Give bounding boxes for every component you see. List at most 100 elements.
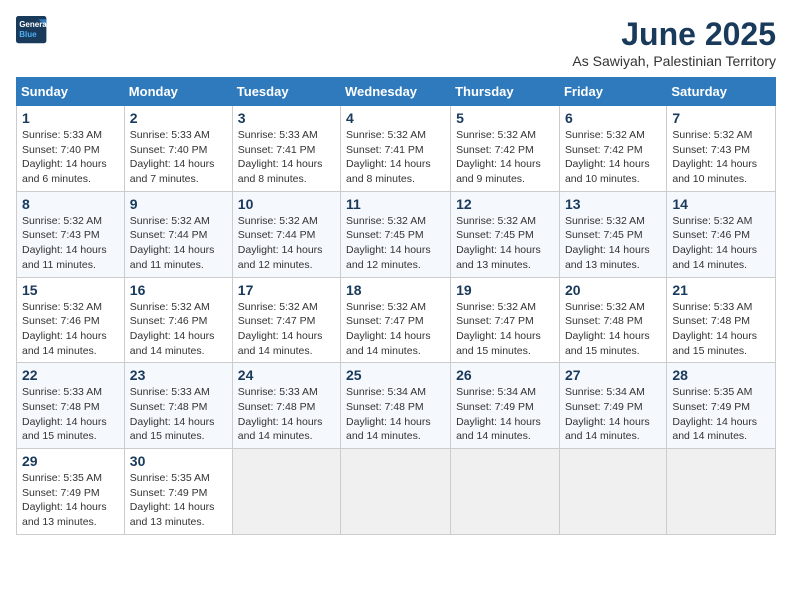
calendar-cell: 23Sunrise: 5:33 AMSunset: 7:48 PMDayligh… [124, 363, 232, 449]
day-number: 23 [130, 367, 227, 383]
day-info: Sunrise: 5:32 AMSunset: 7:47 PMDaylight:… [346, 300, 445, 359]
day-number: 6 [565, 110, 661, 126]
calendar-cell: 14 Sunrise: 5:32 AMSunset: 7:46 PMDayligh… [667, 191, 776, 277]
calendar-cell: 6 Sunrise: 5:32 AMSunset: 7:42 PMDaylight… [559, 106, 666, 192]
calendar-cell: 15 Sunrise: 5:32 AMSunset: 7:46 PMDayligh… [17, 277, 125, 363]
weekday-header-tuesday: Tuesday [232, 78, 340, 106]
calendar-cell: 9Sunrise: 5:32 AMSunset: 7:44 PMDaylight… [124, 191, 232, 277]
month-title: June 2025 [572, 16, 776, 53]
day-info: Sunrise: 5:32 AMSunset: 7:46 PMDaylight:… [22, 300, 119, 359]
calendar-cell: 19Sunrise: 5:32 AMSunset: 7:47 PMDayligh… [451, 277, 560, 363]
weekday-header-wednesday: Wednesday [341, 78, 451, 106]
day-number: 16 [130, 282, 227, 298]
weekday-header-sunday: Sunday [17, 78, 125, 106]
week-row-2: 8Sunrise: 5:32 AMSunset: 7:43 PMDaylight… [17, 191, 776, 277]
calendar-cell: 4 Sunrise: 5:32 AMSunset: 7:41 PMDaylight… [341, 106, 451, 192]
day-info: Sunrise: 5:33 AMSunset: 7:41 PMDaylight:… [238, 128, 335, 187]
day-number: 14 [672, 196, 770, 212]
day-number: 26 [456, 367, 554, 383]
day-info: Sunrise: 5:33 AMSunset: 7:48 PMDaylight:… [672, 300, 770, 359]
weekday-header-friday: Friday [559, 78, 666, 106]
week-row-3: 15 Sunrise: 5:32 AMSunset: 7:46 PMDayligh… [17, 277, 776, 363]
day-number: 7 [672, 110, 770, 126]
calendar-cell: 1 Sunrise: 5:33 AMSunset: 7:40 PMDaylight… [17, 106, 125, 192]
weekday-header-row: SundayMondayTuesdayWednesdayThursdayFrid… [17, 78, 776, 106]
day-number: 1 [22, 110, 119, 126]
day-info: Sunrise: 5:33 AMSunset: 7:48 PMDaylight:… [238, 385, 335, 444]
day-info: Sunrise: 5:35 AMSunset: 7:49 PMDaylight:… [672, 385, 770, 444]
day-info: Sunrise: 5:34 AMSunset: 7:49 PMDaylight:… [456, 385, 554, 444]
day-info: Sunrise: 5:32 AMSunset: 7:46 PMDaylight:… [672, 214, 770, 273]
day-info: Sunrise: 5:32 AMSunset: 7:45 PMDaylight:… [565, 214, 661, 273]
calendar-cell [559, 449, 666, 535]
day-info: Sunrise: 5:35 AMSunset: 7:49 PMDaylight:… [22, 471, 119, 530]
calendar-cell: 12 Sunrise: 5:32 AMSunset: 7:45 PMDayligh… [451, 191, 560, 277]
calendar-cell: 21 Sunrise: 5:33 AMSunset: 7:48 PMDayligh… [667, 277, 776, 363]
calendar-cell: 27Sunrise: 5:34 AMSunset: 7:49 PMDayligh… [559, 363, 666, 449]
calendar-cell: 25 Sunrise: 5:34 AMSunset: 7:48 PMDayligh… [341, 363, 451, 449]
day-info: Sunrise: 5:33 AMSunset: 7:40 PMDaylight:… [22, 128, 119, 187]
day-number: 2 [130, 110, 227, 126]
day-number: 20 [565, 282, 661, 298]
day-number: 28 [672, 367, 770, 383]
day-info: Sunrise: 5:32 AMSunset: 7:46 PMDaylight:… [130, 300, 227, 359]
day-number: 11 [346, 196, 445, 212]
calendar-cell [451, 449, 560, 535]
calendar-table: SundayMondayTuesdayWednesdayThursdayFrid… [16, 77, 776, 535]
calendar-cell: 3 Sunrise: 5:33 AMSunset: 7:41 PMDaylight… [232, 106, 340, 192]
calendar-cell: 20 Sunrise: 5:32 AMSunset: 7:48 PMDayligh… [559, 277, 666, 363]
calendar-cell: 2 Sunrise: 5:33 AMSunset: 7:40 PMDaylight… [124, 106, 232, 192]
calendar-cell: 28 Sunrise: 5:35 AMSunset: 7:49 PMDayligh… [667, 363, 776, 449]
day-info: Sunrise: 5:32 AMSunset: 7:42 PMDaylight:… [565, 128, 661, 187]
calendar-cell: 10 Sunrise: 5:32 AMSunset: 7:44 PMDayligh… [232, 191, 340, 277]
day-info: Sunrise: 5:35 AMSunset: 7:49 PMDaylight:… [130, 471, 227, 530]
location-title: As Sawiyah, Palestinian Territory [572, 53, 776, 69]
calendar-cell: 24 Sunrise: 5:33 AMSunset: 7:48 PMDayligh… [232, 363, 340, 449]
week-row-5: 29 Sunrise: 5:35 AMSunset: 7:49 PMDayligh… [17, 449, 776, 535]
day-number: 3 [238, 110, 335, 126]
svg-text:General: General [19, 20, 48, 29]
calendar-cell: 16 Sunrise: 5:32 AMSunset: 7:46 PMDayligh… [124, 277, 232, 363]
day-number: 18 [346, 282, 445, 298]
day-info: Sunrise: 5:34 AMSunset: 7:49 PMDaylight:… [565, 385, 661, 444]
day-info: Sunrise: 5:32 AMSunset: 7:42 PMDaylight:… [456, 128, 554, 187]
calendar-cell: 11 Sunrise: 5:32 AMSunset: 7:45 PMDayligh… [341, 191, 451, 277]
day-info: Sunrise: 5:32 AMSunset: 7:41 PMDaylight:… [346, 128, 445, 187]
day-info: Sunrise: 5:34 AMSunset: 7:48 PMDaylight:… [346, 385, 445, 444]
weekday-header-monday: Monday [124, 78, 232, 106]
day-number: 25 [346, 367, 445, 383]
day-info: Sunrise: 5:32 AMSunset: 7:47 PMDaylight:… [238, 300, 335, 359]
day-info: Sunrise: 5:33 AMSunset: 7:40 PMDaylight:… [130, 128, 227, 187]
day-number: 30 [130, 453, 227, 469]
day-number: 5 [456, 110, 554, 126]
title-area: June 2025 As Sawiyah, Palestinian Territ… [572, 16, 776, 69]
logo: General Blue [16, 16, 48, 44]
day-number: 21 [672, 282, 770, 298]
day-number: 15 [22, 282, 119, 298]
day-info: Sunrise: 5:32 AMSunset: 7:44 PMDaylight:… [238, 214, 335, 273]
calendar-cell [232, 449, 340, 535]
day-number: 12 [456, 196, 554, 212]
day-number: 13 [565, 196, 661, 212]
day-info: Sunrise: 5:32 AMSunset: 7:48 PMDaylight:… [565, 300, 661, 359]
calendar-cell: 18 Sunrise: 5:32 AMSunset: 7:47 PMDayligh… [341, 277, 451, 363]
day-number: 8 [22, 196, 119, 212]
calendar-cell [341, 449, 451, 535]
calendar-cell: 17Sunrise: 5:32 AMSunset: 7:47 PMDayligh… [232, 277, 340, 363]
calendar-cell: 13 Sunrise: 5:32 AMSunset: 7:45 PMDayligh… [559, 191, 666, 277]
day-number: 10 [238, 196, 335, 212]
calendar-cell: 30 Sunrise: 5:35 AMSunset: 7:49 PMDayligh… [124, 449, 232, 535]
day-info: Sunrise: 5:32 AMSunset: 7:45 PMDaylight:… [456, 214, 554, 273]
day-number: 19 [456, 282, 554, 298]
calendar-cell [667, 449, 776, 535]
week-row-1: 1 Sunrise: 5:33 AMSunset: 7:40 PMDaylight… [17, 106, 776, 192]
calendar-cell: 29 Sunrise: 5:35 AMSunset: 7:49 PMDayligh… [17, 449, 125, 535]
calendar-cell: 22Sunrise: 5:33 AMSunset: 7:48 PMDayligh… [17, 363, 125, 449]
day-number: 29 [22, 453, 119, 469]
day-number: 4 [346, 110, 445, 126]
day-info: Sunrise: 5:32 AMSunset: 7:45 PMDaylight:… [346, 214, 445, 273]
day-number: 24 [238, 367, 335, 383]
header: General Blue June 2025 As Sawiyah, Pales… [16, 16, 776, 69]
weekday-header-saturday: Saturday [667, 78, 776, 106]
day-info: Sunrise: 5:32 AMSunset: 7:44 PMDaylight:… [130, 214, 227, 273]
